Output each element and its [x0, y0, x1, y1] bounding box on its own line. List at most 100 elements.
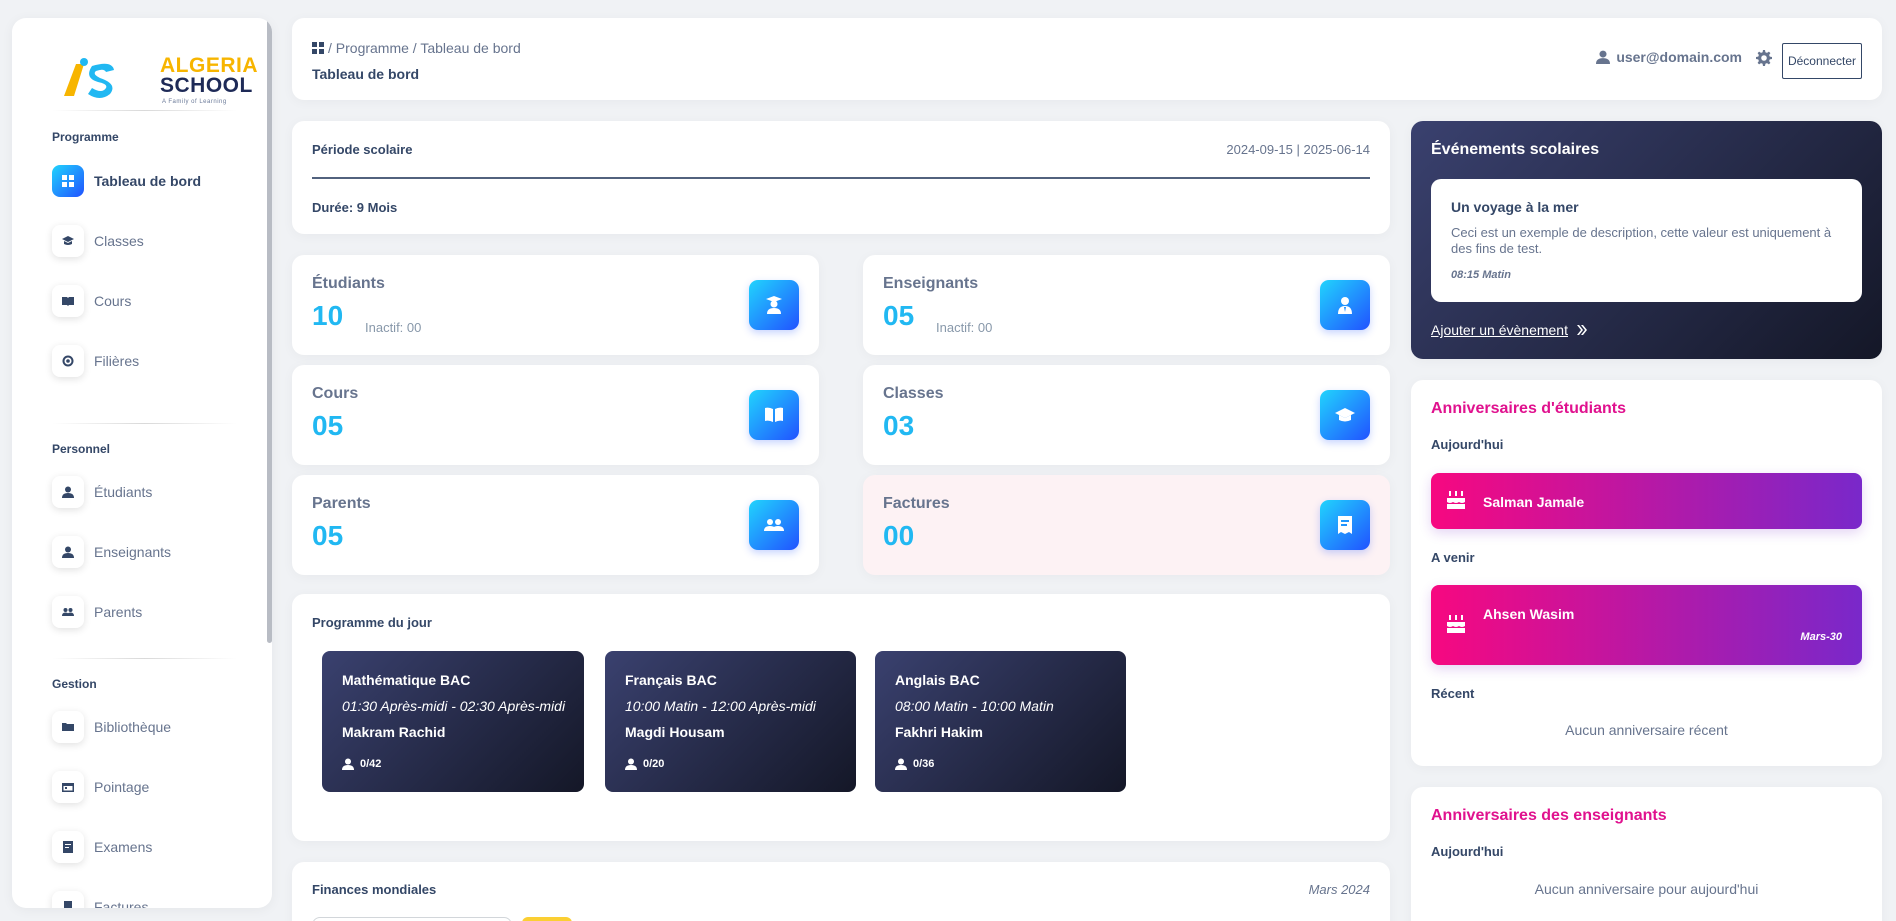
sidebar-item-examens[interactable]: Examens — [52, 829, 252, 865]
user-icon — [895, 758, 907, 770]
course-name: Mathématique BAC — [342, 672, 471, 688]
school-logo[interactable]: ALGERIA SCHOOL A Family of Learning — [52, 36, 258, 106]
events-title: Événements scolaires — [1431, 141, 1600, 158]
user-icon — [625, 758, 637, 770]
target-icon — [52, 345, 84, 377]
school-period-card: Période scolaire 2024-09-15 | 2025-06-14… — [292, 121, 1390, 234]
breadcrumb-text: / Programme / Tableau de bord — [328, 40, 521, 56]
sidebar-section-personnel: Personnel — [52, 442, 111, 456]
sidebar-divider — [52, 423, 237, 424]
course-time: 10:00 Matin - 12:00 Après-midi — [625, 698, 816, 714]
course-attendance: 0/20 — [625, 758, 664, 770]
sidebar-item-bibliotheque[interactable]: Bibliothèque — [52, 709, 252, 745]
add-event-link[interactable]: Ajouter un évènement — [1431, 322, 1588, 338]
sidebar-divider — [52, 658, 237, 659]
graduation-cap-icon — [1320, 390, 1370, 440]
sidebar-item-etudiants[interactable]: Étudiants — [52, 474, 252, 510]
sidebar-item-label: Bibliothèque — [94, 719, 172, 735]
user-email: user@domain.com — [1616, 49, 1742, 65]
sidebar-item-label: Étudiants — [94, 484, 153, 500]
user-menu[interactable]: user@domain.com — [1596, 49, 1742, 65]
exam-icon — [52, 831, 84, 863]
logo-mark-icon — [64, 58, 114, 98]
sidebar-item-dashboard[interactable]: Tableau de bord — [52, 163, 252, 199]
sidebar-item-cours[interactable]: Cours — [52, 283, 252, 319]
dashboard-icon — [52, 165, 84, 197]
stat-title: Classes — [883, 385, 944, 402]
stat-title: Cours — [312, 385, 359, 402]
daily-program-card: Programme du jour Mathématique BAC 01:30… — [292, 594, 1390, 841]
student-icon — [749, 280, 799, 330]
sidebar-item-pointage[interactable]: Pointage — [52, 769, 252, 805]
stat-value: 05 — [312, 410, 344, 441]
stat-card-teachers[interactable]: Enseignants 05 Inactif: 00 — [863, 255, 1390, 355]
logo-brand-bottom: SCHOOL — [160, 74, 253, 97]
sidebar-item-factures[interactable]: Factures — [52, 889, 252, 908]
sidebar-item-classes[interactable]: Classes — [52, 223, 252, 259]
course-card[interactable]: Français BAC 10:00 Matin - 12:00 Après-m… — [605, 651, 856, 792]
sidebar-item-parents[interactable]: Parents — [52, 594, 252, 630]
stat-title: Factures — [883, 495, 950, 512]
finances-filter-input[interactable] — [312, 917, 512, 921]
teacher-birthdays-title: Anniversaires des enseignants — [1431, 807, 1667, 824]
event-title: Un voyage à la mer — [1451, 199, 1579, 215]
sidebar-scrollbar[interactable] — [267, 18, 272, 643]
gear-icon[interactable] — [1756, 50, 1772, 66]
course-card[interactable]: Mathématique BAC 01:30 Après-midi - 02:3… — [322, 651, 584, 792]
users-icon — [749, 500, 799, 550]
top-header: / Programme / Tableau de bord Tableau de… — [292, 18, 1882, 100]
sidebar-item-label: Tableau de bord — [94, 173, 202, 189]
stat-card-courses[interactable]: Cours 05 — [292, 365, 819, 465]
stat-title: Étudiants — [312, 275, 385, 292]
stat-inactive: Inactif: 00 — [365, 320, 422, 335]
birthday-cake-icon — [1447, 491, 1465, 509]
invoice-icon — [1320, 500, 1370, 550]
sidebar-item-filieres[interactable]: Filières — [52, 343, 252, 379]
stat-value: 05 — [883, 300, 915, 331]
course-time: 08:00 Matin - 10:00 Matin — [895, 698, 1054, 714]
invoice-icon — [52, 891, 84, 908]
teacher-icon — [52, 536, 84, 568]
stat-card-parents[interactable]: Parents 05 — [292, 475, 819, 575]
sidebar-item-enseignants[interactable]: Enseignants — [52, 534, 252, 570]
breadcrumb[interactable]: / Programme / Tableau de bord — [312, 40, 521, 56]
finances-filter-button[interactable] — [522, 917, 572, 921]
user-icon — [342, 758, 354, 770]
stat-value: 00 — [883, 520, 915, 551]
sidebar-item-label: Factures — [94, 899, 149, 908]
attendance-count: 0/36 — [913, 758, 935, 770]
user-icon — [1596, 50, 1611, 64]
stat-title: Parents — [312, 495, 371, 512]
today-label: Aujourd'hui — [1431, 437, 1504, 452]
users-icon — [52, 596, 84, 628]
sidebar-item-label: Pointage — [94, 779, 150, 795]
event-description: Ceci est un exemple de description, cett… — [1451, 225, 1832, 256]
page-title: Tableau de bord — [312, 66, 420, 82]
course-name: Anglais BAC — [895, 672, 980, 688]
sidebar-item-label: Examens — [94, 839, 153, 855]
birthday-item[interactable]: Ahsen Wasim Mars-30 — [1431, 585, 1862, 665]
birthday-item[interactable]: Salman Jamale — [1431, 473, 1862, 529]
sidebar-item-label: Parents — [94, 604, 143, 620]
sidebar-item-label: Enseignants — [94, 544, 172, 560]
calendar-icon — [52, 771, 84, 803]
birthday-cake-icon — [1447, 615, 1465, 633]
course-teacher: Magdi Housam — [625, 724, 725, 740]
course-teacher: Makram Rachid — [342, 724, 446, 740]
sidebar-item-label: Filières — [94, 353, 140, 369]
event-item[interactable]: Un voyage à la mer Ceci est un exemple d… — [1431, 179, 1862, 302]
finances-date: Mars 2024 — [1308, 882, 1370, 897]
folder-icon — [52, 711, 84, 743]
course-card[interactable]: Anglais BAC 08:00 Matin - 10:00 Matin Fa… — [875, 651, 1126, 792]
stat-title: Enseignants — [883, 275, 979, 292]
sidebar-section-programme: Programme — [52, 130, 119, 144]
birthday-name: Ahsen Wasim — [1483, 606, 1575, 622]
stat-card-invoices[interactable]: Factures 00 — [863, 475, 1390, 575]
stat-card-classes[interactable]: Classes 03 — [863, 365, 1390, 465]
course-name: Français BAC — [625, 672, 717, 688]
logout-button[interactable]: Déconnecter — [1782, 43, 1862, 79]
recent-label: Récent — [1431, 686, 1475, 701]
daily-program-title: Programme du jour — [312, 615, 432, 630]
stat-card-students[interactable]: Étudiants 10 Inactif: 00 — [292, 255, 819, 355]
teacher-icon — [1320, 280, 1370, 330]
